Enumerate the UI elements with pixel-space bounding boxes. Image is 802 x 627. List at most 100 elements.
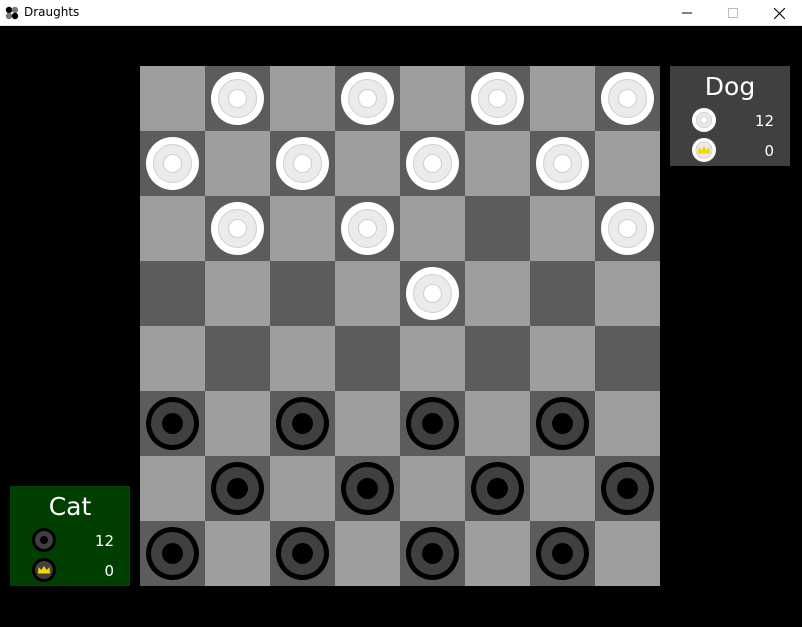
cat-player-panel: Cat 12 0 <box>10 486 130 586</box>
board-square[interactable] <box>140 131 205 196</box>
board-square[interactable] <box>140 456 205 521</box>
black-piece[interactable] <box>536 397 589 450</box>
board-square[interactable] <box>400 196 465 261</box>
board-square[interactable] <box>530 196 595 261</box>
white-piece[interactable] <box>211 72 264 125</box>
board-square[interactable] <box>335 391 400 456</box>
white-piece[interactable] <box>341 202 394 255</box>
board-square[interactable] <box>270 131 335 196</box>
close-icon <box>773 7 785 19</box>
board-square[interactable] <box>400 261 465 326</box>
board-square[interactable] <box>270 521 335 586</box>
board-square[interactable] <box>335 66 400 131</box>
board-square[interactable] <box>205 131 270 196</box>
board-square[interactable] <box>465 131 530 196</box>
board-square[interactable] <box>270 66 335 131</box>
board-square[interactable] <box>530 391 595 456</box>
board-square[interactable] <box>595 261 660 326</box>
board-square[interactable] <box>335 456 400 521</box>
board-square[interactable] <box>530 326 595 391</box>
board-square[interactable] <box>205 391 270 456</box>
board-square[interactable] <box>140 521 205 586</box>
black-piece[interactable] <box>146 527 199 580</box>
board-square[interactable] <box>270 261 335 326</box>
black-piece[interactable] <box>471 462 524 515</box>
board-square[interactable] <box>595 391 660 456</box>
board-square[interactable] <box>335 326 400 391</box>
cat-player-name: Cat <box>48 492 92 521</box>
white-piece[interactable] <box>406 267 459 320</box>
board-square[interactable] <box>465 521 530 586</box>
board-square[interactable] <box>595 521 660 586</box>
white-piece[interactable] <box>276 137 329 190</box>
white-piece[interactable] <box>146 137 199 190</box>
board-square[interactable] <box>205 521 270 586</box>
maximize-button[interactable] <box>710 0 756 26</box>
black-piece-icon <box>32 528 56 552</box>
board-square[interactable] <box>530 66 595 131</box>
board-square[interactable] <box>530 131 595 196</box>
board-square[interactable] <box>140 196 205 261</box>
black-piece[interactable] <box>341 462 394 515</box>
board-square[interactable] <box>205 456 270 521</box>
board-square[interactable] <box>400 521 465 586</box>
black-piece[interactable] <box>211 462 264 515</box>
board-square[interactable] <box>465 456 530 521</box>
board-square[interactable] <box>205 326 270 391</box>
board-square[interactable] <box>205 196 270 261</box>
board-square[interactable] <box>465 66 530 131</box>
board-square[interactable] <box>595 196 660 261</box>
board-square[interactable] <box>400 326 465 391</box>
board-square[interactable] <box>465 391 530 456</box>
board-square[interactable] <box>400 66 465 131</box>
board-square[interactable] <box>465 196 530 261</box>
white-piece[interactable] <box>601 72 654 125</box>
board-square[interactable] <box>205 66 270 131</box>
maximize-icon <box>728 8 738 18</box>
black-piece[interactable] <box>276 527 329 580</box>
white-piece[interactable] <box>471 72 524 125</box>
board-square[interactable] <box>335 261 400 326</box>
black-piece[interactable] <box>146 397 199 450</box>
board-square[interactable] <box>270 456 335 521</box>
black-piece[interactable] <box>601 462 654 515</box>
board-square[interactable] <box>595 456 660 521</box>
close-button[interactable] <box>756 0 802 26</box>
board-square[interactable] <box>140 326 205 391</box>
minimize-button[interactable] <box>664 0 710 26</box>
board-square[interactable] <box>595 66 660 131</box>
board-square[interactable] <box>400 456 465 521</box>
white-piece[interactable] <box>211 202 264 255</box>
board-square[interactable] <box>270 326 335 391</box>
board-square[interactable] <box>140 391 205 456</box>
black-piece[interactable] <box>536 527 589 580</box>
white-piece[interactable] <box>601 202 654 255</box>
board-square[interactable] <box>400 391 465 456</box>
board-square[interactable] <box>530 261 595 326</box>
board-square[interactable] <box>140 66 205 131</box>
board-square[interactable] <box>335 521 400 586</box>
black-piece[interactable] <box>406 397 459 450</box>
board-square[interactable] <box>270 196 335 261</box>
white-piece[interactable] <box>341 72 394 125</box>
black-crown-icon <box>32 558 56 582</box>
white-piece-icon <box>692 108 716 132</box>
board-square[interactable] <box>465 261 530 326</box>
white-piece[interactable] <box>536 137 589 190</box>
board-square[interactable] <box>335 196 400 261</box>
board-square[interactable] <box>530 521 595 586</box>
board-square[interactable] <box>465 326 530 391</box>
black-piece[interactable] <box>406 527 459 580</box>
board-square[interactable] <box>595 326 660 391</box>
board-square[interactable] <box>205 261 270 326</box>
board-square[interactable] <box>335 131 400 196</box>
dog-player-name: Dog <box>704 72 756 101</box>
board-square[interactable] <box>595 131 660 196</box>
board-square[interactable] <box>530 456 595 521</box>
dog-player-panel: Dog 12 0 <box>670 66 790 166</box>
board-square[interactable] <box>400 131 465 196</box>
board-square[interactable] <box>140 261 205 326</box>
board-square[interactable] <box>270 391 335 456</box>
black-piece[interactable] <box>276 397 329 450</box>
white-piece[interactable] <box>406 137 459 190</box>
